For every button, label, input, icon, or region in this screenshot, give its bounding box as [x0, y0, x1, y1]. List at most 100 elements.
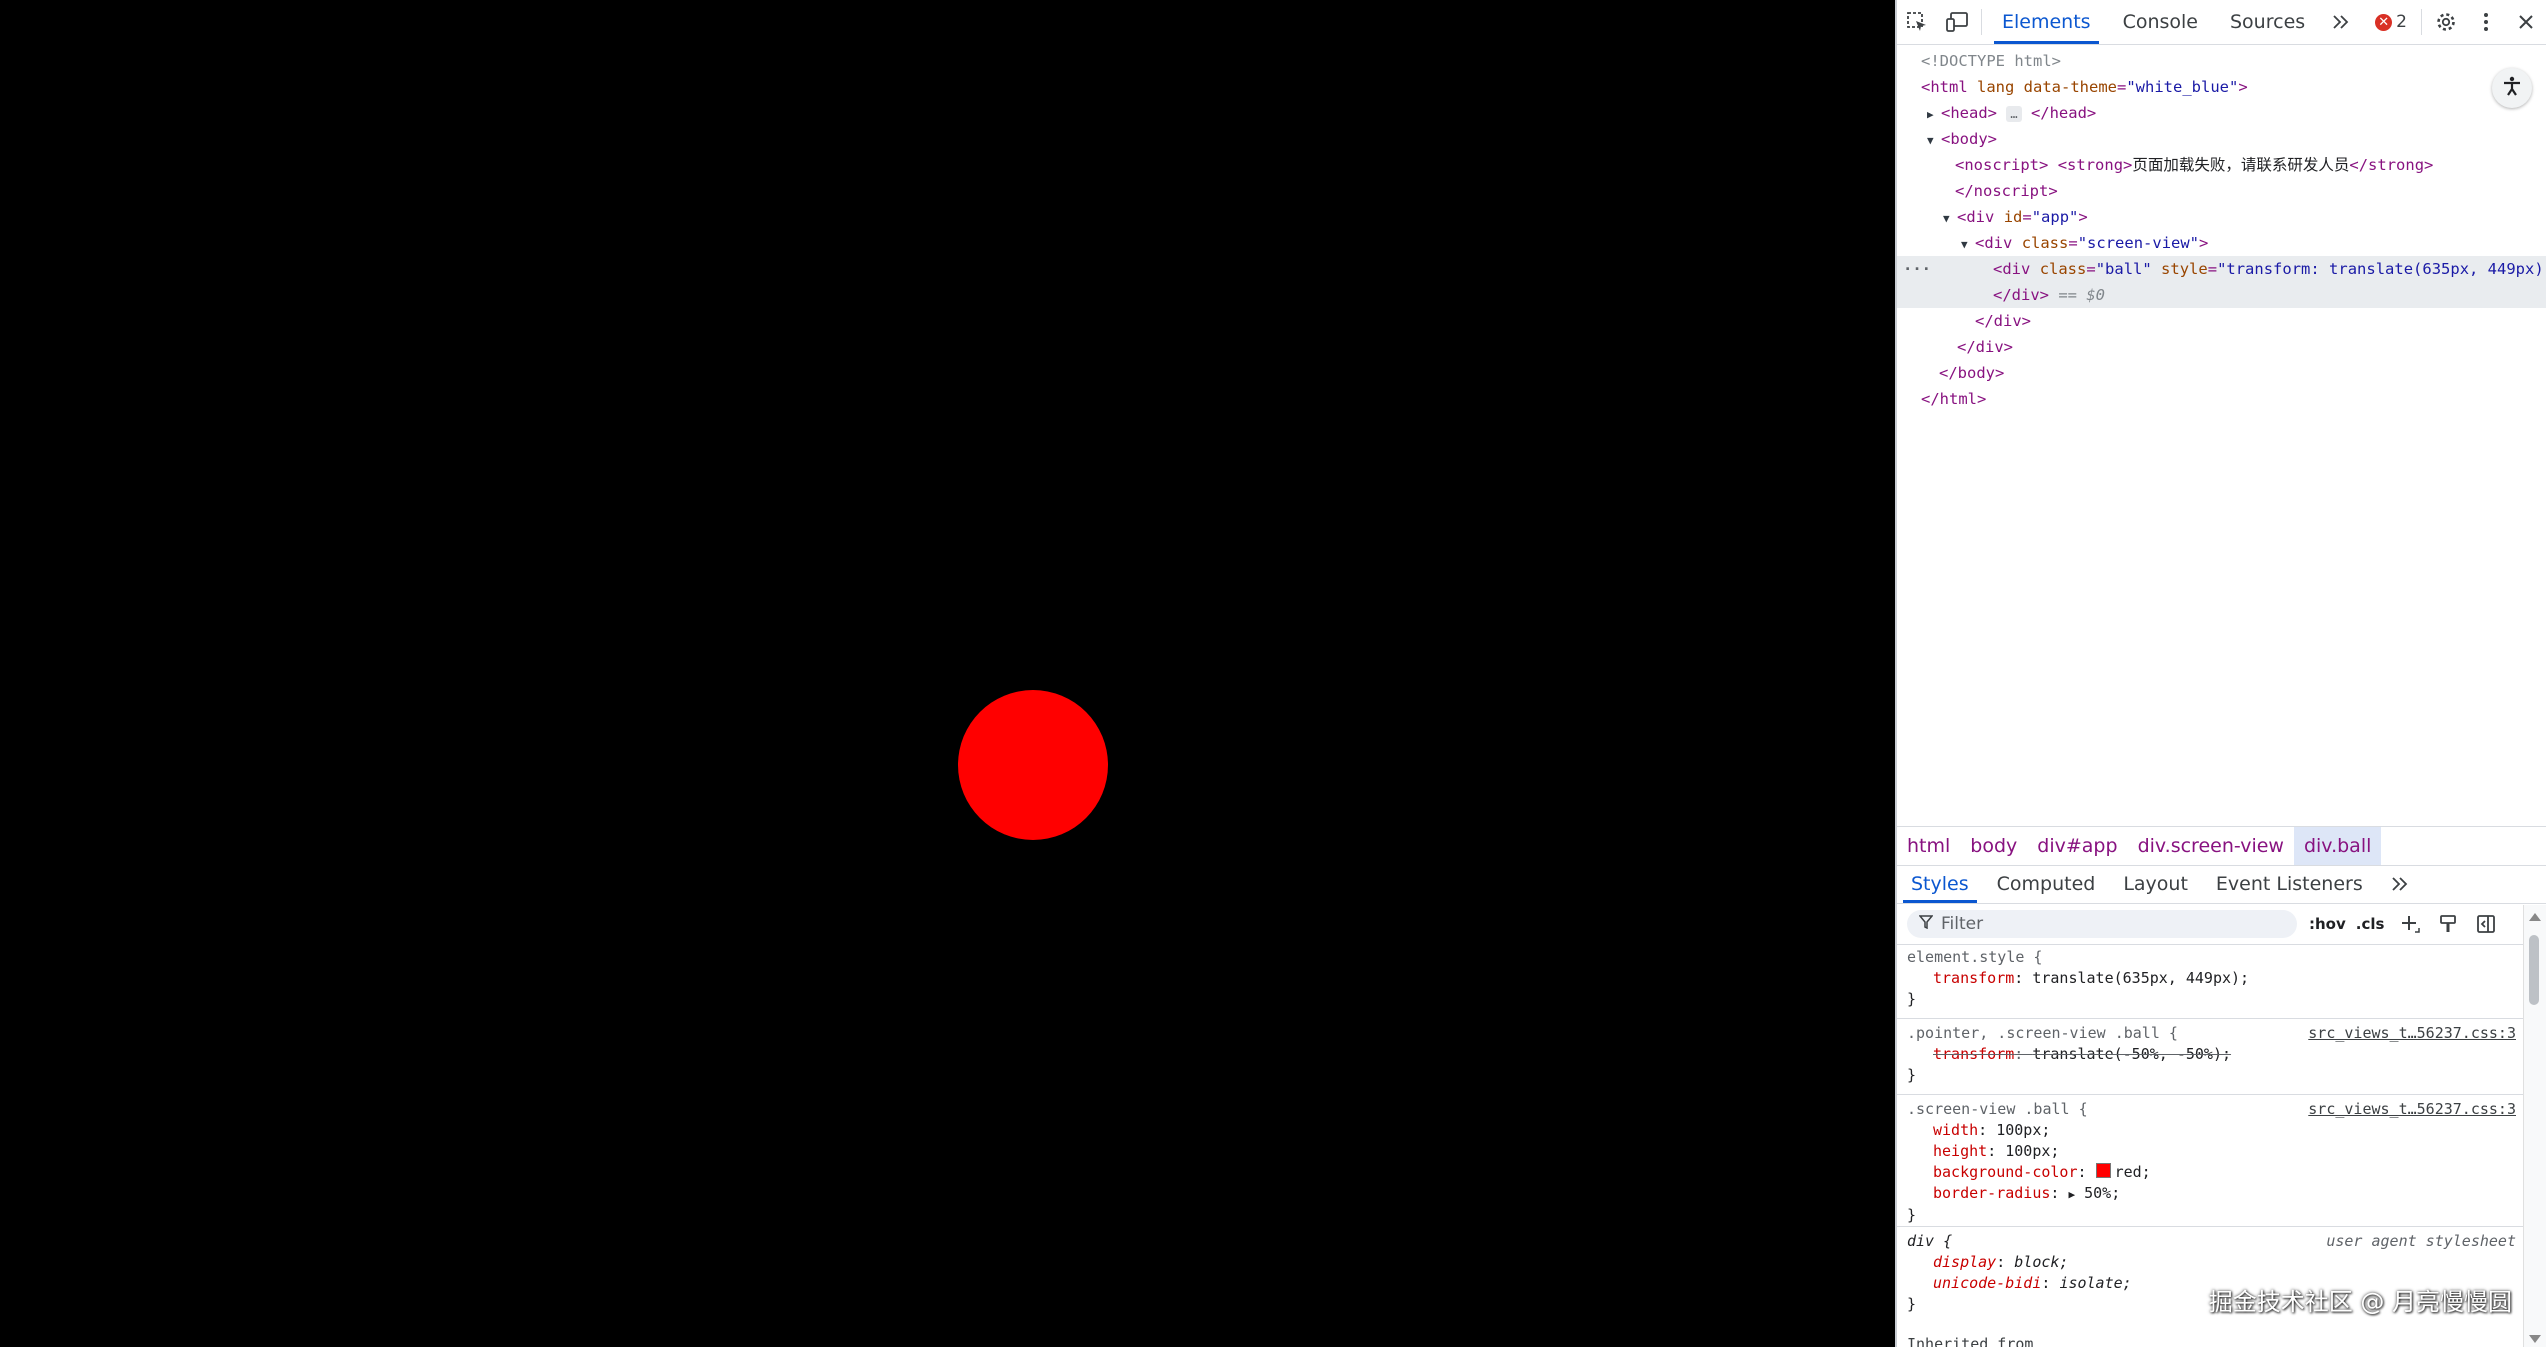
property-name: unicode-bidi — [1933, 1274, 2042, 1292]
filter-icon — [1918, 914, 1934, 934]
accessibility-tree-button[interactable] — [2492, 68, 2532, 108]
close-icon[interactable] — [2506, 0, 2546, 44]
styles-subtabs: Styles Computed Layout Event Listeners — [1897, 865, 2546, 904]
scroll-up-icon[interactable] — [2529, 913, 2541, 921]
cls-button[interactable]: .cls — [2356, 915, 2385, 933]
dom-node-screen-view[interactable]: ▼ <div class="screen-view"> — [1897, 230, 2546, 256]
tag-close: </div> — [1993, 286, 2049, 304]
breadcrumb-html[interactable]: html — [1897, 827, 1960, 865]
property-value: translate(635px, 449px); — [2032, 969, 2250, 987]
tag-name: html — [1930, 78, 1968, 96]
attr-value: "white_blue" — [2126, 78, 2239, 96]
inspect-element-icon[interactable] — [1897, 0, 1937, 44]
tag-name: noscript — [1964, 156, 2039, 174]
breadcrumb-ball[interactable]: div.ball — [2293, 827, 2382, 865]
overridden-declaration[interactable]: transform: translate(-50%, -50%); — [1907, 1044, 2514, 1065]
tab-styles[interactable]: Styles — [1897, 865, 1983, 903]
property-value: translate(-50%, -50%); — [2032, 1045, 2232, 1063]
tag-name: strong — [2067, 156, 2124, 174]
more-dots-icon[interactable]: ··· — [1903, 256, 1931, 282]
property-name: height — [1933, 1142, 1988, 1160]
collapse-triangle-icon[interactable]: ▼ — [1961, 232, 1975, 258]
dom-node-screen-view-close[interactable]: </div> — [1897, 308, 2546, 334]
declaration[interactable]: background-color: red; — [1907, 1162, 2514, 1183]
filter-placeholder: Filter — [1941, 914, 1984, 934]
dom-node-doctype[interactable]: <!DOCTYPE html> — [1897, 48, 2546, 74]
property-value: 100px; — [1996, 1121, 2051, 1139]
dom-node-body[interactable]: ▼ <body> — [1897, 126, 2546, 152]
watermark: 掘金技术社区 @ 月亮慢慢圆 — [2208, 1288, 2512, 1316]
property-name: background-color — [1933, 1163, 2078, 1181]
property-value: isolate; — [2059, 1274, 2132, 1292]
breadcrumb-body[interactable]: body — [1960, 827, 2027, 865]
scrollbar-thumb[interactable] — [2529, 935, 2539, 1005]
double-chevron-icon[interactable] — [2321, 0, 2361, 44]
dom-node-noscript[interactable]: <noscript> <strong>页面加载失败，请联系研发人员</stron… — [1897, 152, 2546, 178]
source-link[interactable]: src_views_t…56237.css:3 — [2308, 1023, 2516, 1044]
filter-input[interactable]: Filter — [1907, 910, 2297, 938]
devtools-toolbar: Elements Console Sources ✕ 2 — [1897, 0, 2546, 45]
color-swatch[interactable] — [2095, 1163, 2111, 1178]
property-value: red; — [2114, 1163, 2151, 1181]
dom-node-app-close[interactable]: </div> — [1897, 334, 2546, 360]
dom-node-body-close[interactable]: </body> — [1897, 360, 2546, 386]
paint-brush-icon[interactable] — [2436, 912, 2460, 936]
dom-node-head[interactable]: ▶ <head> … </head> — [1897, 100, 2546, 126]
tag-close: </html> — [1921, 390, 1987, 408]
tab-console[interactable]: Console — [2107, 0, 2214, 44]
collapse-triangle-icon[interactable]: ▼ — [1927, 128, 1941, 154]
declaration[interactable]: width: 100px; — [1907, 1120, 2514, 1141]
dom-node-html-close[interactable]: </html> — [1897, 386, 2546, 412]
tag-close: </body> — [1939, 364, 2005, 382]
styles-filter-bar: Filter :hov .cls — [1897, 904, 2546, 945]
dom-node-ball-close[interactable]: </div> == $0 — [1897, 282, 2546, 308]
plus-icon[interactable] — [2398, 912, 2422, 936]
breadcrumb-screen-view[interactable]: div.screen-view — [2128, 827, 2294, 865]
tab-layout[interactable]: Layout — [2109, 865, 2202, 903]
dom-node-ball[interactable]: ··· <div class="ball" style="transform: … — [1897, 256, 2546, 282]
page-viewport — [0, 0, 1895, 1347]
expand-triangle-icon[interactable]: ▶ — [2068, 1188, 2075, 1201]
tag-close: </noscript> — [1955, 182, 2058, 200]
styles-scrollbar[interactable] — [2523, 905, 2546, 1347]
rule-selector: element.style { — [1907, 948, 2043, 966]
device-toolbar-icon[interactable] — [1937, 0, 1977, 44]
error-count-badge[interactable]: ✕ 2 — [2365, 12, 2417, 32]
sidebar-toggle-icon[interactable] — [2474, 912, 2498, 936]
hov-button[interactable]: :hov — [2309, 915, 2346, 933]
declaration[interactable]: height: 100px; — [1907, 1141, 2514, 1162]
double-chevron-icon[interactable] — [2377, 865, 2423, 903]
rule-screen-view-ball[interactable]: .screen-view .ball { src_views_t…56237.c… — [1897, 1099, 2524, 1227]
tab-sources[interactable]: Sources — [2214, 0, 2321, 44]
tag-close: </div> — [1975, 312, 2031, 330]
collapse-triangle-icon[interactable]: ▼ — [1943, 206, 1957, 232]
tab-elements[interactable]: Elements — [1986, 0, 2107, 44]
declaration[interactable]: transform: translate(635px, 449px); — [1907, 968, 2514, 989]
property-name: transform — [1933, 969, 2015, 987]
tab-computed[interactable]: Computed — [1983, 865, 2110, 903]
declaration[interactable]: border-radius: ▶ 50%; — [1907, 1183, 2514, 1205]
dom-node-noscript-close[interactable]: </noscript> — [1897, 178, 2546, 204]
gear-icon[interactable] — [2426, 0, 2466, 44]
expand-triangle-icon[interactable]: ▶ — [1927, 102, 1941, 128]
tag-close: </strong> — [2349, 156, 2434, 174]
rule-element-style[interactable]: element.style { transform: translate(635… — [1897, 947, 2524, 1019]
source-link[interactable]: src_views_t…56237.css:3 — [2308, 1099, 2516, 1120]
collapsed-ellipsis[interactable]: … — [2006, 106, 2022, 122]
scroll-down-icon[interactable] — [2529, 1335, 2541, 1343]
property-value: 100px; — [2005, 1142, 2060, 1160]
property-name: display — [1933, 1253, 1997, 1271]
dom-node-html[interactable]: <html lang data-theme="white_blue"> — [1897, 74, 2546, 100]
kebab-menu-icon[interactable] — [2466, 0, 2506, 44]
tab-event-listeners[interactable]: Event Listeners — [2202, 865, 2377, 903]
breadcrumb-app[interactable]: div#app — [2027, 827, 2127, 865]
selected-marker: == $0 — [2058, 286, 2106, 304]
breadcrumb: html body div#app div.screen-view div.ba… — [1897, 826, 2546, 866]
attr-name: lang data-theme — [1977, 78, 2117, 96]
attr-value: "screen-view" — [2077, 234, 2200, 252]
rule-pointer[interactable]: .pointer, .screen-view .ball { src_views… — [1897, 1023, 2524, 1095]
error-count: 2 — [2396, 12, 2407, 32]
rule-close: } — [1907, 990, 1917, 1008]
dom-node-app[interactable]: ▼ <div id="app"> — [1897, 204, 2546, 230]
tag-name: head — [1950, 104, 1988, 122]
